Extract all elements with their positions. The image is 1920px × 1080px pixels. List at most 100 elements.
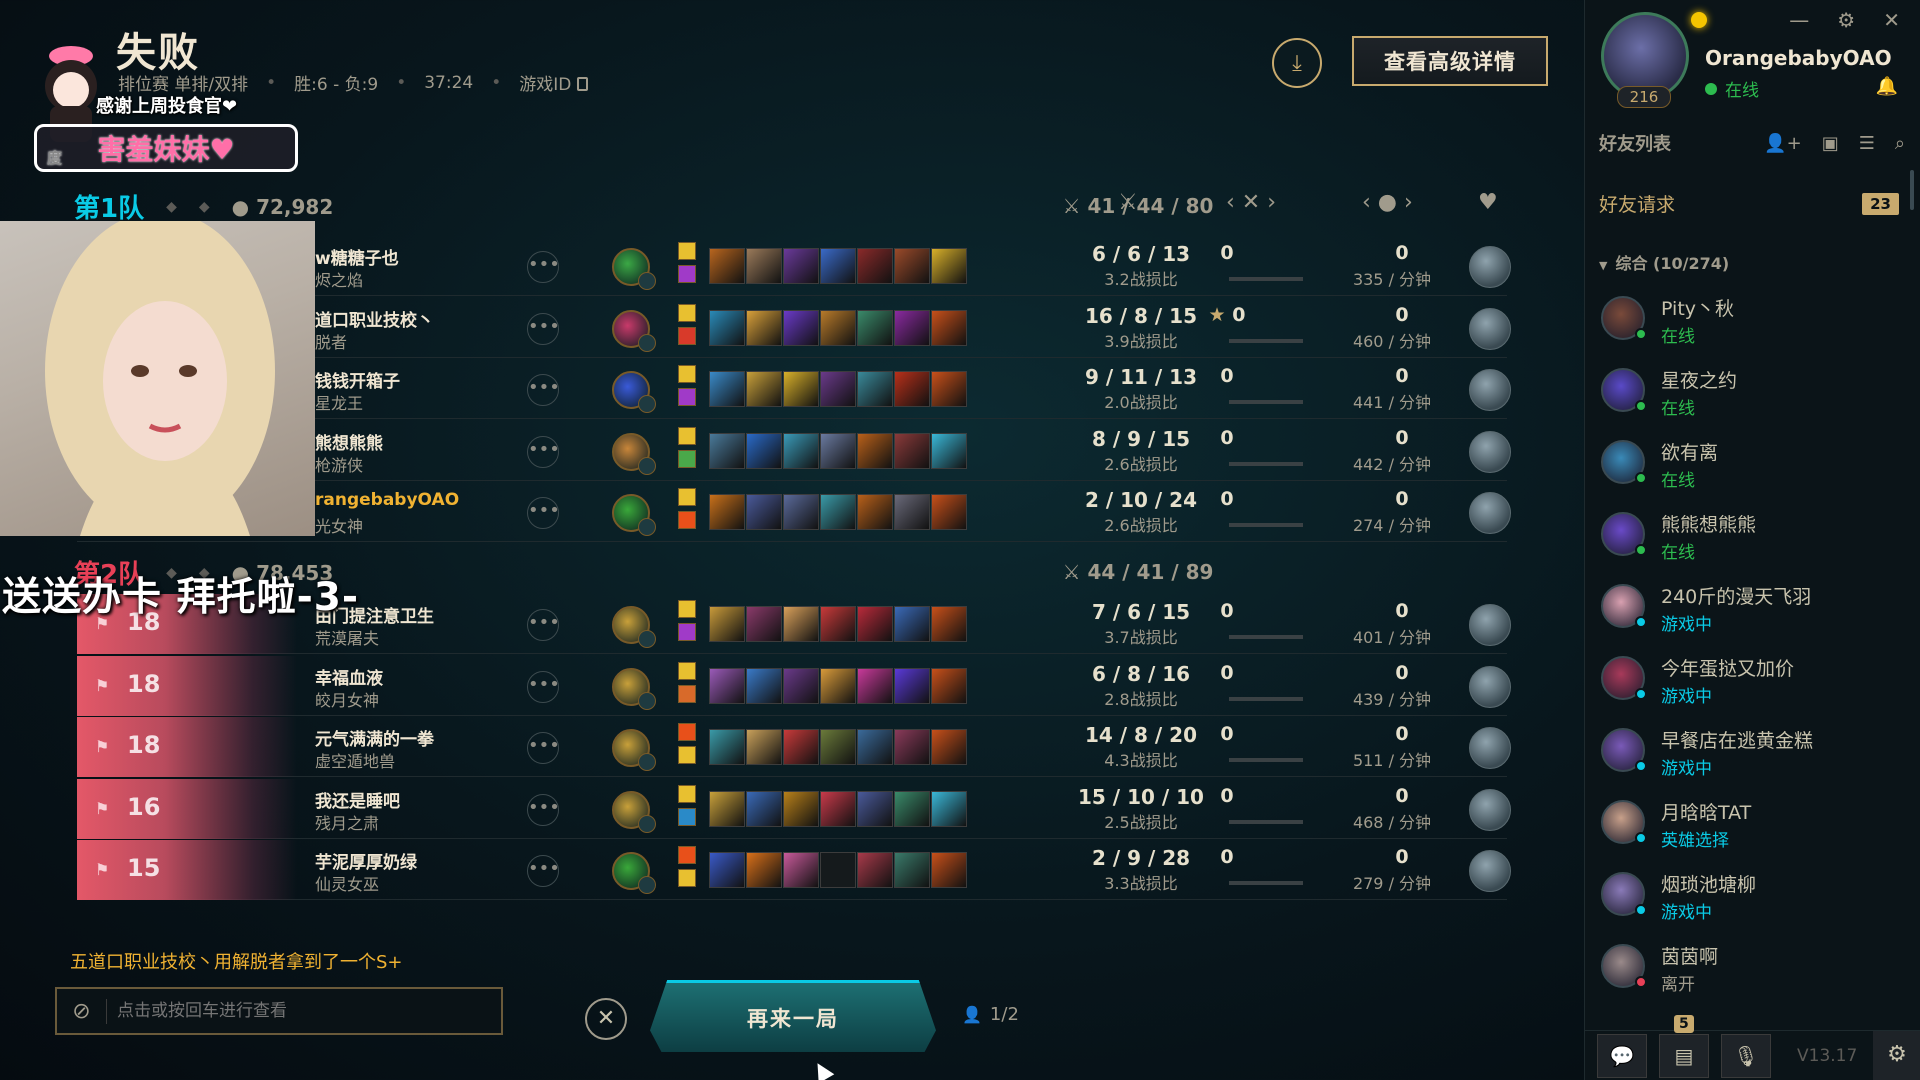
player-name[interactable]: w糖糖子也 [315, 244, 399, 269]
more-options-icon[interactable]: ••• [527, 793, 560, 826]
item-icon[interactable] [857, 790, 893, 827]
chat-box[interactable]: ⊘ [55, 987, 503, 1035]
player-name[interactable]: 幸福血液 [315, 664, 383, 689]
item-icon[interactable] [894, 371, 930, 407]
item-icon[interactable] [894, 248, 930, 284]
score-column-selector[interactable]: ‹ ✕ › [1226, 190, 1276, 215]
more-options-icon[interactable]: ••• [527, 312, 560, 345]
friend-group-general[interactable]: ▼ 综合 (10/274) [1599, 250, 1729, 274]
item-icon[interactable] [894, 852, 930, 888]
settings-gear-icon[interactable]: ⚙ [1837, 8, 1855, 32]
missions-icon[interactable]: ▤ 5 [1659, 1014, 1709, 1078]
item-icon[interactable] [931, 790, 967, 827]
more-options-icon[interactable]: ••• [527, 374, 560, 406]
friend-list-item[interactable]: 240斤的漫天飞羽 游戏中 [1593, 570, 1903, 642]
item-icon[interactable] [820, 248, 856, 284]
friend-list-item[interactable]: 星夜之约 在线 [1593, 354, 1903, 426]
more-options-icon[interactable]: ••• [527, 670, 560, 703]
item-icon[interactable] [894, 494, 930, 530]
item-icon[interactable] [857, 729, 893, 765]
friend-list-item[interactable]: 月晗晗TAT 英雄选择 [1593, 786, 1903, 858]
player-name[interactable]: rangebabyOAO [315, 490, 459, 510]
scrollbar[interactable] [1910, 170, 1914, 210]
item-icon[interactable] [746, 309, 782, 346]
player-row[interactable]: ⚑ 15 芋泥厚厚奶绿 仙灵女巫 ••• 2 / 9 / 28 3.3战损比 0 0 279 / … [77, 840, 1511, 900]
more-options-icon[interactable]: ••• [527, 732, 560, 764]
item-icon[interactable] [820, 309, 856, 346]
rank-emblem-icon[interactable] [1469, 246, 1511, 288]
item-icon[interactable] [709, 371, 745, 407]
rank-emblem-icon[interactable] [1469, 850, 1511, 892]
user-status[interactable]: 在线 [1705, 76, 1759, 101]
item-icon[interactable] [931, 248, 967, 284]
player-name[interactable]: 道口职业技校丶 [315, 306, 434, 331]
item-icon[interactable] [709, 494, 745, 530]
crossed-swords-icon[interactable]: ⚔ [1118, 190, 1138, 215]
item-icon[interactable] [709, 248, 745, 284]
friend-list-item[interactable]: 烟琐池塘柳 游戏中 [1593, 858, 1903, 930]
item-icon[interactable] [820, 606, 856, 642]
item-icon[interactable] [709, 606, 745, 642]
more-options-icon[interactable]: ••• [527, 855, 560, 887]
item-icon[interactable] [709, 729, 745, 765]
search-icon[interactable]: ⌕ [1895, 133, 1905, 154]
friend-list-item[interactable]: 欲有离 在线 [1593, 426, 1903, 498]
item-icon[interactable] [857, 606, 893, 642]
item-icon[interactable] [709, 432, 745, 469]
item-icon[interactable] [746, 494, 782, 530]
item-icon[interactable] [783, 309, 819, 346]
close-button[interactable]: ✕ [585, 998, 627, 1040]
item-icon[interactable] [857, 371, 893, 407]
more-options-icon[interactable]: ••• [527, 497, 560, 529]
item-icon[interactable] [820, 667, 856, 704]
item-icon[interactable] [783, 852, 819, 888]
friend-requests[interactable]: 好友请求 23 [1599, 190, 1899, 217]
item-icon[interactable] [746, 248, 782, 284]
rank-emblem-icon[interactable] [1469, 307, 1511, 350]
item-icon[interactable] [931, 729, 967, 765]
item-icon[interactable] [857, 852, 893, 888]
add-friend-icon[interactable]: 👤+ [1764, 133, 1802, 154]
friend-list-item[interactable]: Pity丶秋 在线 [1593, 282, 1903, 354]
copy-icon[interactable] [577, 77, 589, 91]
item-icon[interactable] [857, 494, 893, 530]
item-icon[interactable] [931, 494, 967, 530]
item-icon[interactable] [857, 432, 893, 469]
add-folder-icon[interactable]: ▣ [1822, 133, 1839, 154]
item-icon[interactable] [857, 248, 893, 284]
item-icon[interactable] [857, 309, 893, 346]
item-icon[interactable] [894, 729, 930, 765]
rank-emblem-icon[interactable] [1469, 492, 1511, 534]
player-row[interactable]: ⚑ 16 我还是睡吧 残月之肃 ••• 15 / 10 / 10 2.5战损比 0 0 468 /… [77, 778, 1511, 839]
player-name[interactable]: 钱钱开箱子 [315, 367, 400, 392]
play-again-button[interactable]: 再来一局 [650, 980, 936, 1052]
item-icon[interactable] [783, 729, 819, 765]
item-icon[interactable] [931, 309, 967, 346]
rank-emblem-icon[interactable] [1469, 369, 1511, 411]
player-name[interactable]: 芋泥厚厚奶绿 [315, 848, 417, 873]
more-options-icon[interactable]: ••• [527, 609, 560, 641]
item-icon[interactable] [746, 606, 782, 642]
item-icon[interactable] [894, 790, 930, 827]
item-icon[interactable] [783, 371, 819, 407]
chat-icon[interactable]: 💬 [1597, 1033, 1647, 1078]
item-icon[interactable] [783, 790, 819, 827]
rank-emblem-icon[interactable] [1469, 788, 1511, 831]
item-icon[interactable] [820, 371, 856, 407]
game-id-label[interactable]: 游戏ID [519, 70, 589, 95]
notification-bell-icon[interactable]: 🔔 [1876, 76, 1898, 97]
list-view-icon[interactable]: ☰ [1859, 133, 1875, 154]
more-options-icon[interactable]: ••• [527, 435, 560, 468]
player-row[interactable]: ⚑ 18 幸福血液 皎月女神 ••• 6 / 8 / 16 2.8战损比 0 0 439 / 分钟 [77, 655, 1511, 716]
item-icon[interactable] [820, 852, 856, 888]
player-row[interactable]: ⚑ 18 元气满满的一拳 虚空遁地兽 ••• 14 / 8 / 20 4.3战损比 0 0 511… [77, 717, 1511, 777]
download-replay-button[interactable]: ⤓ [1272, 38, 1322, 88]
item-icon[interactable] [931, 606, 967, 642]
item-icon[interactable] [709, 790, 745, 827]
item-icon[interactable] [894, 309, 930, 346]
minimize-icon[interactable]: — [1789, 8, 1809, 32]
item-icon[interactable] [820, 729, 856, 765]
rank-emblem-icon[interactable] [1469, 604, 1511, 646]
player-name[interactable]: 我还是睡吧 [315, 787, 400, 812]
rank-emblem-icon[interactable] [1469, 430, 1511, 473]
